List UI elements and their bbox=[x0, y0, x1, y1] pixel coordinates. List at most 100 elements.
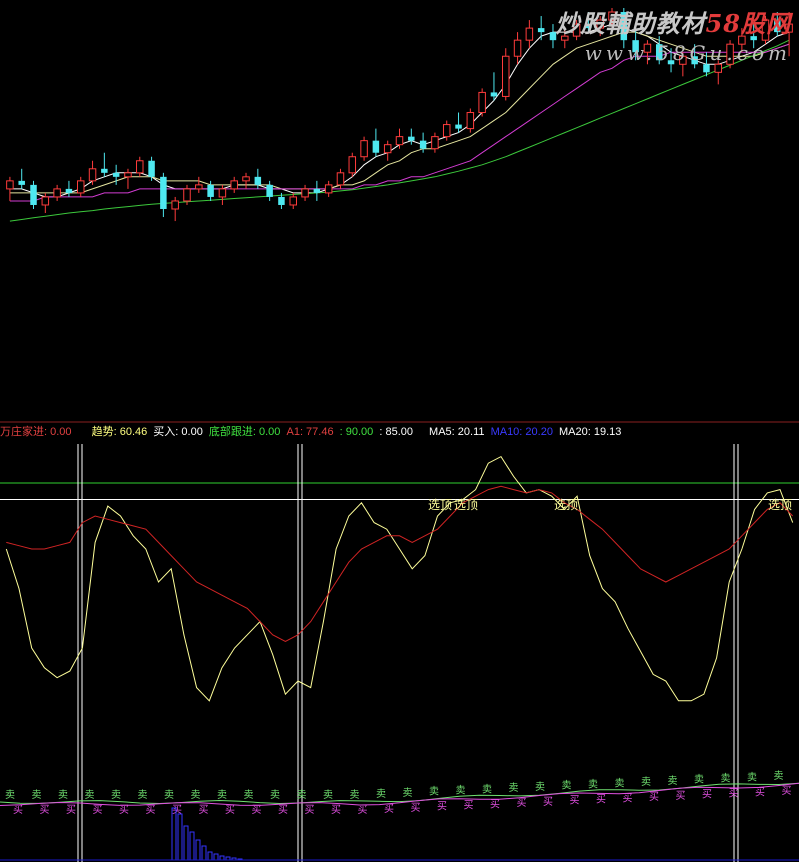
sell-marker: 卖 bbox=[297, 789, 307, 801]
sell-marker: 卖 bbox=[217, 789, 227, 801]
candle-body bbox=[101, 168, 108, 173]
buy-marker: 买 bbox=[596, 794, 606, 806]
candle-body bbox=[336, 172, 345, 186]
buy-marker: 买 bbox=[119, 804, 129, 816]
buy-marker: 买 bbox=[676, 790, 686, 802]
sell-marker: 卖 bbox=[111, 789, 121, 801]
candle-body bbox=[266, 184, 273, 197]
sell-marker: 卖 bbox=[721, 773, 731, 785]
candle-body bbox=[313, 188, 321, 193]
buy-marker: 买 bbox=[13, 804, 23, 816]
follow-line bbox=[6, 485, 794, 642]
candle-body bbox=[502, 55, 510, 97]
indicator-bar: 万庄家进: 0.00 趋势: 60.46 买入: 0.00 底部跟进: 0.00… bbox=[0, 424, 624, 440]
candle-body bbox=[395, 136, 404, 146]
candle-body bbox=[301, 188, 309, 198]
candle-body bbox=[136, 160, 144, 174]
candle-body bbox=[419, 140, 427, 149]
candle-body bbox=[289, 196, 297, 206]
buy-marker: 买 bbox=[623, 792, 633, 804]
candle-body bbox=[88, 168, 97, 182]
candle-body bbox=[242, 176, 250, 182]
sell-marker: 卖 bbox=[615, 777, 625, 789]
buy-marker: 买 bbox=[782, 785, 792, 797]
candle-body bbox=[348, 156, 357, 174]
sell-marker: 卖 bbox=[244, 789, 254, 801]
sell-marker: 卖 bbox=[482, 783, 492, 795]
candle-body bbox=[18, 180, 25, 185]
buy-marker: 买 bbox=[755, 786, 765, 798]
indicator-trend: 趋势: 60.46 bbox=[91, 426, 148, 438]
buy-marker: 买 bbox=[411, 802, 421, 814]
indicator-ma5: MA5: 20.11 bbox=[429, 426, 485, 438]
candle-body bbox=[324, 184, 333, 194]
sell-marker: 卖 bbox=[191, 789, 201, 801]
candle-body bbox=[408, 136, 415, 141]
candle-body bbox=[703, 64, 710, 73]
trend-line bbox=[5, 455, 794, 702]
sell-marker: 卖 bbox=[350, 789, 360, 801]
candle-body bbox=[171, 200, 179, 210]
candle-body bbox=[148, 160, 155, 177]
sell-marker: 卖 bbox=[588, 779, 598, 791]
buy-marker: 买 bbox=[570, 795, 580, 807]
watermark-cn-highlight: 58股网 bbox=[705, 9, 791, 38]
indicator-ma20: MA20: 19.13 bbox=[559, 426, 622, 438]
buy-marker: 买 bbox=[464, 799, 474, 811]
candle-body bbox=[466, 112, 475, 130]
candle-body bbox=[30, 184, 37, 205]
watermark-url: www.58Gu.com bbox=[584, 41, 791, 65]
buy-marker: 买 bbox=[543, 796, 553, 808]
buy-marker: 买 bbox=[437, 801, 447, 813]
candle-body bbox=[714, 63, 723, 73]
indicator-90: : 90.00 bbox=[339, 426, 374, 438]
sell-marker: 卖 bbox=[323, 789, 333, 801]
candle-body bbox=[490, 92, 498, 97]
sell-marker: 卖 bbox=[270, 789, 280, 801]
candle-body bbox=[431, 136, 439, 150]
candle-body bbox=[478, 91, 486, 114]
buy-marker: 买 bbox=[146, 804, 156, 816]
buy-marker: 买 bbox=[358, 804, 368, 816]
candle-body bbox=[525, 27, 534, 41]
sell-marker: 卖 bbox=[562, 780, 572, 792]
volume-bar bbox=[201, 845, 207, 861]
candle-body bbox=[112, 172, 120, 177]
candle-body bbox=[65, 188, 73, 193]
sell-marker: 卖 bbox=[429, 786, 439, 798]
candle-body bbox=[513, 39, 522, 57]
sell-marker: 卖 bbox=[747, 771, 757, 783]
candle-body bbox=[278, 196, 285, 205]
top-label: 选顶 bbox=[554, 498, 578, 512]
candle-body bbox=[76, 180, 85, 194]
volume-bar bbox=[207, 851, 213, 861]
indicator-85: : 85.00 bbox=[379, 426, 413, 438]
sell-marker: 卖 bbox=[774, 770, 784, 782]
candle-body bbox=[41, 196, 50, 206]
top-label: 选顶 bbox=[428, 498, 452, 512]
candle-body bbox=[455, 124, 462, 129]
candle-body bbox=[254, 176, 262, 185]
sell-marker: 卖 bbox=[5, 789, 15, 801]
buy-marker: 买 bbox=[490, 798, 500, 810]
volume-bar bbox=[177, 813, 183, 861]
candle-body bbox=[195, 184, 203, 190]
candle-body bbox=[53, 188, 61, 198]
candle-body bbox=[372, 140, 380, 153]
buy-marker: 买 bbox=[93, 804, 103, 816]
sell-marker: 卖 bbox=[403, 787, 413, 799]
volume-bar bbox=[219, 855, 225, 861]
sell-marker: 卖 bbox=[164, 789, 174, 801]
indicator-bottom: 底部跟进: 0.00 bbox=[208, 426, 281, 438]
indicator-a1: A1: 77.46 bbox=[286, 426, 334, 438]
buy-marker: 买 bbox=[517, 797, 527, 809]
volume-bar bbox=[195, 839, 201, 861]
indicator-buy: 买入: 0.00 bbox=[153, 426, 203, 438]
top-label: 选顶 bbox=[768, 498, 792, 512]
sell-marker: 卖 bbox=[694, 774, 704, 786]
buy-marker: 买 bbox=[278, 804, 288, 816]
candle-body bbox=[442, 124, 451, 138]
candle-body bbox=[160, 176, 167, 209]
candle-body bbox=[537, 28, 545, 33]
sell-marker: 卖 bbox=[58, 789, 68, 801]
